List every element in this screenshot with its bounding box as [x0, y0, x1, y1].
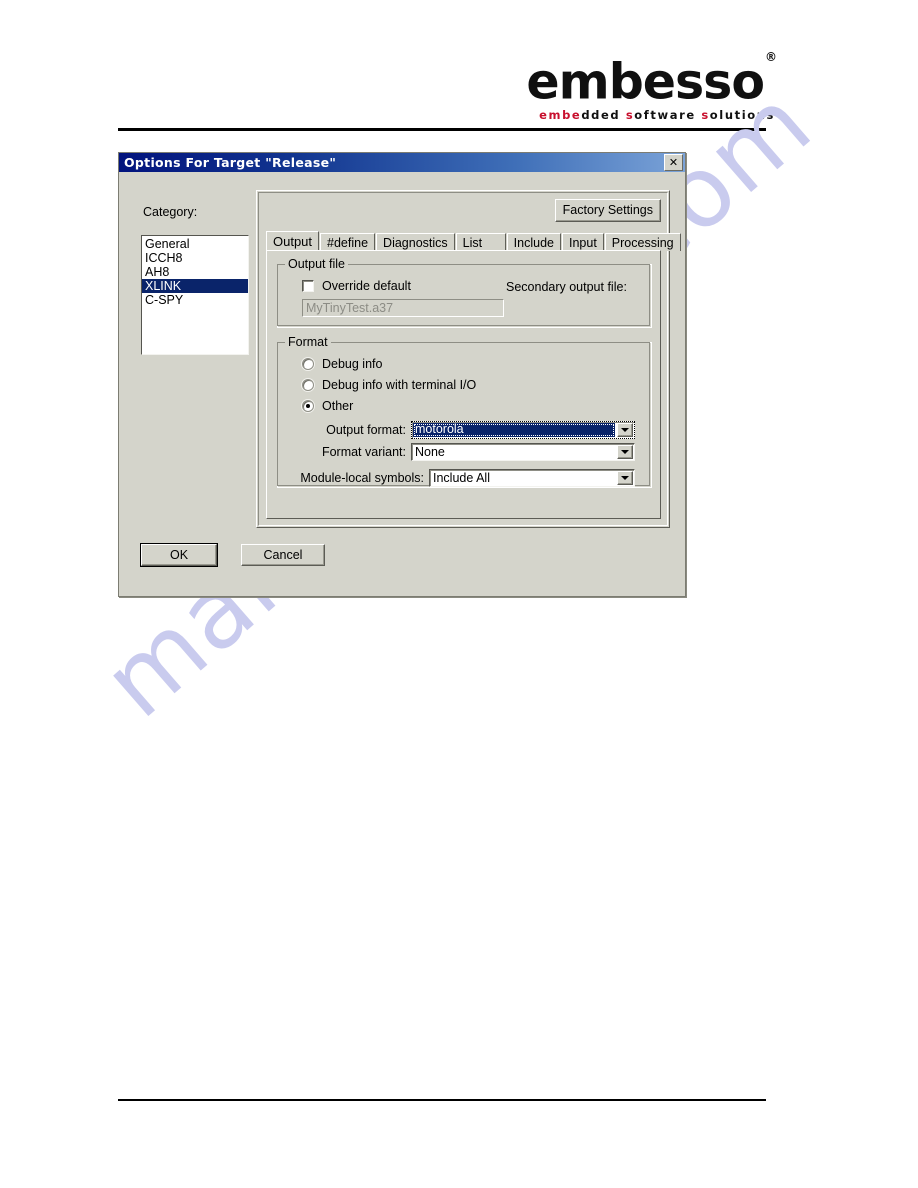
tab-output[interactable]: Output [266, 231, 320, 251]
options-dialog: Options For Target "Release" ✕ Category:… [118, 152, 686, 597]
module-local-symbols-value: Include All [433, 471, 490, 485]
tab-list[interactable]: List [455, 233, 506, 251]
tab-page-output: Output file Override default Secondary o… [266, 250, 661, 519]
category-listbox[interactable]: General ICCH8 AH8 XLINK C-SPY [141, 235, 249, 355]
category-label: Category: [143, 205, 198, 219]
embesso-logo: embesso® embedded software solutions [505, 50, 777, 122]
options-panel: Factory Settings Output #define Diagnost… [256, 190, 681, 528]
tagline-part-2: be [562, 108, 582, 123]
override-default-checkbox[interactable] [302, 280, 314, 292]
registered-trademark-icon: ® [765, 50, 777, 64]
debug-info-terminal-io-radio[interactable] [302, 379, 314, 391]
output-format-select[interactable]: motorola [411, 421, 635, 439]
format-variant-select[interactable]: None [411, 443, 635, 461]
tab-input[interactable]: Input [561, 233, 604, 251]
format-group-title: Format [285, 335, 331, 349]
tagline-part-1: em [539, 108, 563, 123]
factory-settings-button[interactable]: Factory Settings [554, 199, 661, 222]
tagline-part-7: olutions [709, 108, 775, 123]
tab-processing[interactable]: Processing [604, 233, 681, 251]
dialog-titlebar[interactable]: Options For Target "Release" ✕ [119, 153, 685, 172]
chevron-down-icon[interactable] [617, 423, 633, 437]
format-variant-value: None [415, 445, 445, 459]
output-file-group-title: Output file [285, 257, 348, 271]
category-item-general[interactable]: General [142, 237, 248, 251]
tab-include[interactable]: Include [506, 233, 561, 251]
other-label: Other [322, 399, 354, 413]
output-format-label: Output format: [326, 423, 406, 437]
debug-info-terminal-io-label: Debug info with terminal I/O [322, 378, 477, 392]
tab-diagnostics[interactable]: Diagnostics [376, 233, 455, 251]
format-groupbox: Format Debug info Debug info with termin… [277, 335, 652, 488]
module-local-symbols-label: Module-local symbols: [300, 471, 424, 485]
tagline-part-5: oftware [634, 108, 702, 123]
footer-divider-rule [118, 1099, 766, 1101]
dialog-body: Category: General ICCH8 AH8 XLINK C-SPY … [119, 172, 685, 596]
close-icon[interactable]: ✕ [664, 154, 683, 171]
module-local-symbols-row: Module-local symbols: Include All [292, 469, 642, 487]
output-format-row: Output format: motorola [306, 421, 636, 439]
page-canvas: embesso® embedded software solutions man… [0, 0, 918, 1188]
output-file-groupbox: Output file Override default Secondary o… [277, 257, 652, 328]
tagline-part-6: s [701, 108, 710, 123]
override-default-row[interactable]: Override default [302, 279, 411, 293]
tagline-part-3: dded [581, 108, 626, 123]
logo-wordmark-text: embesso [526, 53, 765, 111]
logo-tagline: embedded software solutions [505, 108, 775, 122]
tab-strip: Output #define Diagnostics List Include … [266, 231, 681, 251]
override-default-label: Override default [322, 279, 411, 293]
dialog-title: Options For Target "Release" [124, 155, 337, 170]
radio-row-other[interactable]: Other [302, 399, 353, 413]
category-item-cspy[interactable]: C-SPY [142, 293, 248, 307]
debug-info-radio[interactable] [302, 358, 314, 370]
chevron-down-icon[interactable] [617, 445, 633, 459]
logo-wordmark: embesso® [526, 50, 777, 111]
header-divider-rule [118, 128, 766, 131]
ok-button[interactable]: OK [140, 543, 218, 567]
radio-row-debug-info[interactable]: Debug info [302, 357, 382, 371]
other-radio[interactable] [302, 400, 314, 412]
format-variant-row: Format variant: None [306, 443, 636, 461]
secondary-output-file-label: Secondary output file: [506, 280, 627, 294]
debug-info-label: Debug info [322, 357, 383, 371]
output-format-value: motorola [413, 423, 615, 437]
category-item-xlink[interactable]: XLINK [142, 279, 248, 293]
tab-define[interactable]: #define [320, 233, 376, 251]
output-filename-input[interactable]: MyTinyTest.a37 [302, 299, 504, 317]
radio-row-debug-info-terminal[interactable]: Debug info with terminal I/O [302, 378, 476, 392]
chevron-down-icon[interactable] [617, 471, 633, 485]
module-local-symbols-select[interactable]: Include All [429, 469, 635, 487]
category-item-ah8[interactable]: AH8 [142, 265, 248, 279]
cancel-button[interactable]: Cancel [241, 544, 325, 566]
category-item-icch8[interactable]: ICCH8 [142, 251, 248, 265]
format-variant-label: Format variant: [321, 445, 406, 459]
tagline-part-4: s [625, 108, 635, 123]
